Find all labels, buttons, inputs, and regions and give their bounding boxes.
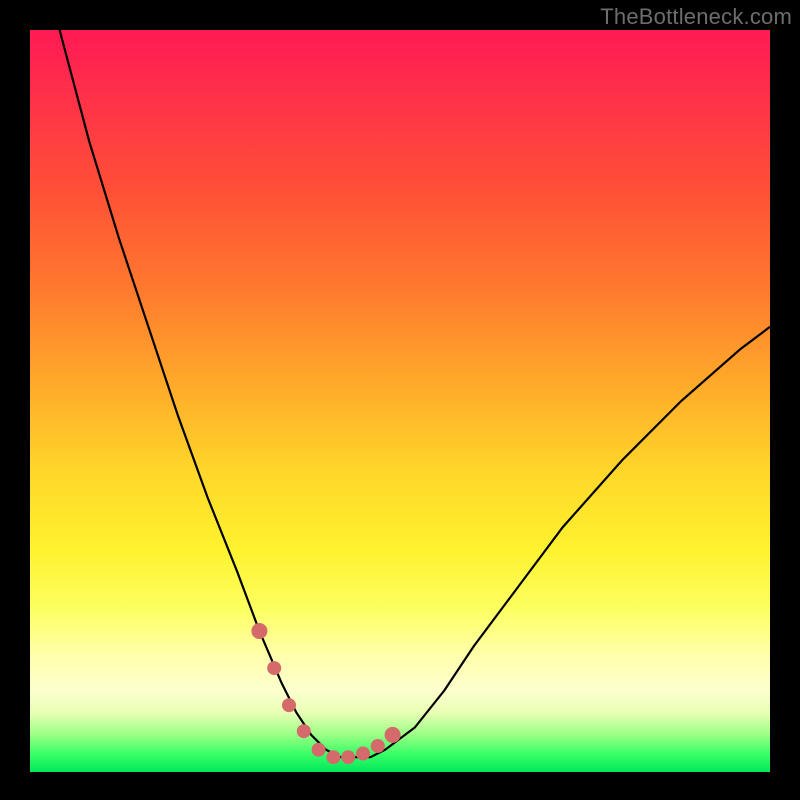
bottleneck-curve <box>60 30 770 757</box>
watermark-label: TheBottleneck.com <box>600 4 792 30</box>
outer-frame: TheBottleneck.com <box>0 0 800 800</box>
marker-group <box>251 623 400 764</box>
plot-svg <box>30 30 770 772</box>
plot-area <box>30 30 770 772</box>
marker-point <box>371 739 385 753</box>
marker-point <box>251 623 267 639</box>
marker-point <box>385 727 401 743</box>
marker-point <box>312 743 326 757</box>
marker-point <box>326 750 340 764</box>
marker-point <box>341 750 355 764</box>
marker-point <box>356 747 370 761</box>
marker-point <box>297 724 311 738</box>
marker-point <box>282 698 296 712</box>
marker-point <box>267 661 281 675</box>
